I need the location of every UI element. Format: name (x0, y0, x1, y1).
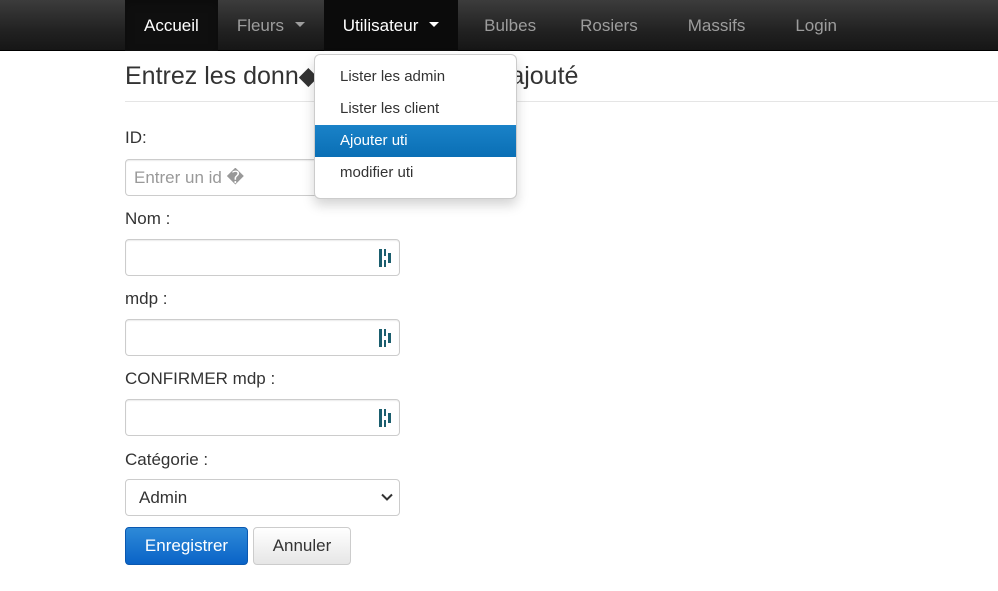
menu-item-label: Ajouter uti (340, 132, 408, 149)
menu-item-lister-admin[interactable]: Lister les admin (315, 61, 516, 93)
nav-item-fleurs[interactable]: Fleurs (218, 0, 324, 51)
enregistrer-button-label: Enregistrer (144, 536, 229, 555)
menu-item-lister-client[interactable]: Lister les client (315, 93, 516, 125)
nav-item-login[interactable]: Login (770, 0, 856, 51)
menu-item-modifier-uti[interactable]: modifier uti (315, 157, 516, 189)
menu-item-label: Lister les client (340, 100, 440, 117)
nav-item-label: Utilisateur (342, 16, 419, 35)
nav-item-label: Fleurs (236, 16, 285, 35)
annuler-button-label: Annuler (272, 536, 332, 555)
utilisateur-dropdown-menu: Lister les admin Lister les client Ajout… (314, 54, 517, 199)
mdp-input[interactable] (125, 319, 400, 356)
caret-down-icon (429, 22, 440, 28)
nav-list: Accueil Fleurs Utilisateur Bulbes Rosier… (125, 0, 856, 51)
password-manager-icon[interactable] (379, 249, 393, 267)
nom-input[interactable] (125, 239, 400, 276)
nav-item-label: Rosiers (580, 16, 638, 35)
password-manager-icon[interactable] (379, 409, 393, 427)
password-manager-icon[interactable] (379, 329, 393, 347)
categorie-label: Catégorie : (125, 450, 209, 469)
nav-item-label: Accueil (144, 16, 199, 35)
chevron-down-icon (381, 493, 393, 501)
confirm-mdp-label: CONFIRMER mdp : (125, 369, 276, 388)
id-label: ID: (125, 128, 147, 147)
nav-item-label: Login (795, 16, 837, 35)
nav-item-label: Massifs (687, 16, 746, 35)
nav-item-label: Bulbes (484, 16, 537, 35)
categorie-select[interactable]: Admin (125, 479, 400, 516)
nav-item-utilisateur[interactable]: Utilisateur (323, 0, 459, 51)
nav-item-accueil[interactable]: Accueil (125, 0, 218, 51)
annuler-button[interactable]: Annuler (253, 527, 351, 565)
nav-item-rosiers[interactable]: Rosiers (555, 0, 663, 51)
page-title: Entrez les donn◆es de l'utilisateur ajou… (125, 62, 579, 90)
nom-label: Nom : (125, 209, 171, 228)
top-navbar: Accueil Fleurs Utilisateur Bulbes Rosier… (0, 0, 998, 51)
categorie-selected-value: Admin (139, 488, 188, 507)
caret-down-icon (294, 22, 305, 28)
nav-item-massifs[interactable]: Massifs (663, 0, 771, 51)
menu-item-label: modifier uti (340, 164, 414, 181)
enregistrer-button[interactable]: Enregistrer (125, 527, 248, 565)
mdp-label: mdp : (125, 289, 168, 308)
confirm-mdp-input[interactable] (125, 399, 400, 436)
page-header: Entrez les donn◆es de l'utilisateur ajou… (125, 58, 998, 102)
menu-item-ajouter-uti[interactable]: Ajouter uti (315, 125, 516, 157)
nav-item-bulbes[interactable]: Bulbes (458, 0, 555, 51)
menu-item-label: Lister les admin (340, 68, 446, 85)
